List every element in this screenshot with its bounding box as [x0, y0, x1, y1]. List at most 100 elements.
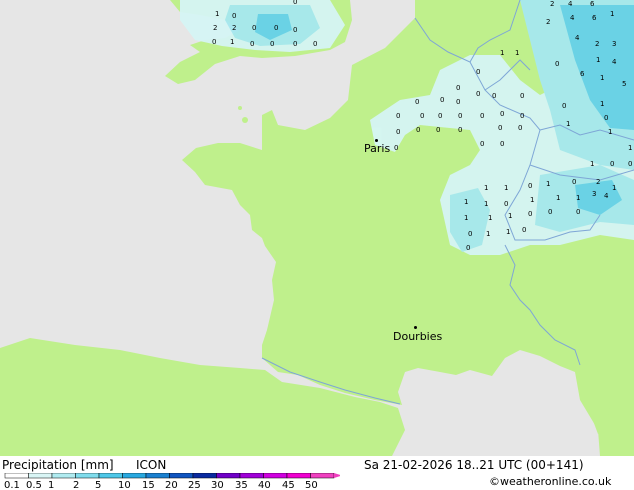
svg-text:6: 6	[592, 14, 597, 22]
svg-text:0: 0	[528, 210, 532, 218]
svg-text:0: 0	[498, 124, 502, 132]
svg-text:0: 0	[293, 26, 297, 34]
svg-text:0: 0	[436, 126, 440, 134]
svg-text:0: 0	[562, 102, 566, 110]
scale-label: 10	[118, 480, 131, 490]
dourbies-dot	[414, 326, 417, 329]
svg-text:3: 3	[612, 40, 616, 48]
svg-text:1: 1	[576, 194, 580, 202]
scale-label: 0.5	[26, 480, 42, 490]
svg-text:6: 6	[580, 70, 585, 78]
svg-text:0: 0	[293, 0, 297, 6]
svg-text:0: 0	[492, 92, 496, 100]
svg-text:0: 0	[520, 92, 524, 100]
forecast-datetime: Sa 21-02-2026 18..21 UTC (00+141)	[364, 458, 584, 472]
svg-text:0: 0	[252, 24, 256, 32]
svg-text:1: 1	[530, 196, 534, 204]
svg-text:2: 2	[213, 24, 217, 32]
svg-text:0: 0	[396, 112, 400, 120]
svg-text:0: 0	[604, 114, 608, 122]
svg-text:4: 4	[612, 58, 617, 66]
svg-text:0: 0	[548, 208, 552, 216]
svg-text:0: 0	[522, 226, 526, 234]
model-name: ICON	[136, 458, 167, 472]
svg-text:0: 0	[476, 68, 480, 76]
svg-text:0: 0	[468, 230, 472, 238]
scale-label: 5	[95, 480, 101, 490]
svg-text:0: 0	[576, 208, 580, 216]
svg-text:1: 1	[500, 49, 504, 57]
svg-text:0: 0	[518, 124, 522, 132]
svg-text:1: 1	[556, 194, 560, 202]
svg-text:0: 0	[466, 244, 470, 252]
svg-text:0: 0	[480, 112, 484, 120]
scale-swatch	[310, 473, 335, 479]
svg-text:0: 0	[293, 40, 297, 48]
scale-swatch	[216, 473, 241, 479]
svg-text:0: 0	[456, 98, 460, 106]
svg-text:0: 0	[416, 126, 420, 134]
svg-text:0: 0	[420, 112, 424, 120]
scale-swatch	[286, 473, 311, 479]
svg-text:1: 1	[566, 120, 570, 128]
svg-text:2: 2	[596, 178, 600, 186]
svg-text:2: 2	[232, 24, 236, 32]
copyright: ©weatheronline.co.uk	[489, 475, 612, 488]
scale-swatch	[75, 473, 100, 479]
svg-text:0: 0	[232, 12, 236, 20]
svg-text:1: 1	[486, 230, 490, 238]
scale-arrow	[334, 473, 340, 478]
scale-label: 1	[48, 480, 54, 490]
svg-text:1: 1	[515, 49, 519, 57]
svg-text:1: 1	[596, 56, 600, 64]
svg-text:0: 0	[456, 84, 460, 92]
scale-label: 30	[211, 480, 224, 490]
svg-text:0: 0	[480, 140, 484, 148]
scale-swatch	[169, 473, 194, 479]
scale-swatch	[145, 473, 170, 479]
svg-text:1: 1	[488, 214, 492, 222]
svg-text:0: 0	[520, 112, 524, 120]
svg-text:0: 0	[500, 140, 504, 148]
svg-text:1: 1	[508, 212, 512, 220]
svg-text:3: 3	[592, 190, 596, 198]
svg-text:0: 0	[394, 144, 398, 152]
color-scale: 0.1 0.5 1 2 5 10 15 20 25 30 35 40 45 50	[4, 473, 340, 490]
scale-label: 40	[258, 480, 271, 490]
scale-label: 50	[305, 480, 318, 490]
svg-text:1: 1	[600, 100, 604, 108]
svg-text:0: 0	[274, 24, 278, 32]
svg-text:0: 0	[440, 96, 444, 104]
svg-text:1: 1	[600, 74, 604, 82]
scale-label: 15	[142, 480, 155, 490]
svg-text:0: 0	[572, 178, 576, 186]
scale-swatch	[4, 473, 29, 479]
svg-text:0: 0	[396, 128, 400, 136]
scale-swatch	[263, 473, 288, 479]
scale-swatch	[51, 473, 76, 479]
svg-text:1: 1	[464, 214, 468, 222]
legend-bar: Precipitation [mm] ICON Sa 21-02-2026 18…	[0, 456, 634, 490]
svg-text:2: 2	[595, 40, 599, 48]
scale-swatch	[192, 473, 217, 479]
svg-text:1: 1	[230, 38, 234, 46]
scale-label: 25	[188, 480, 201, 490]
svg-text:0: 0	[313, 40, 317, 48]
precipitation-map: 1 02 200 00 1 000 00 246 246 142 31 4 6 15 1…	[0, 0, 634, 456]
svg-text:0: 0	[555, 60, 559, 68]
svg-text:1: 1	[464, 198, 468, 206]
svg-text:0: 0	[500, 110, 504, 118]
svg-text:4: 4	[604, 192, 609, 200]
svg-text:1: 1	[546, 180, 550, 188]
svg-text:2: 2	[550, 0, 554, 8]
svg-text:5: 5	[622, 80, 626, 88]
svg-text:0: 0	[438, 112, 442, 120]
scale-label: 45	[282, 480, 295, 490]
svg-text:0: 0	[476, 90, 480, 98]
svg-text:0: 0	[212, 38, 216, 46]
svg-text:2: 2	[546, 18, 550, 26]
svg-text:1: 1	[215, 10, 219, 18]
svg-text:0: 0	[458, 126, 462, 134]
svg-text:1: 1	[484, 184, 488, 192]
svg-text:0: 0	[250, 40, 254, 48]
